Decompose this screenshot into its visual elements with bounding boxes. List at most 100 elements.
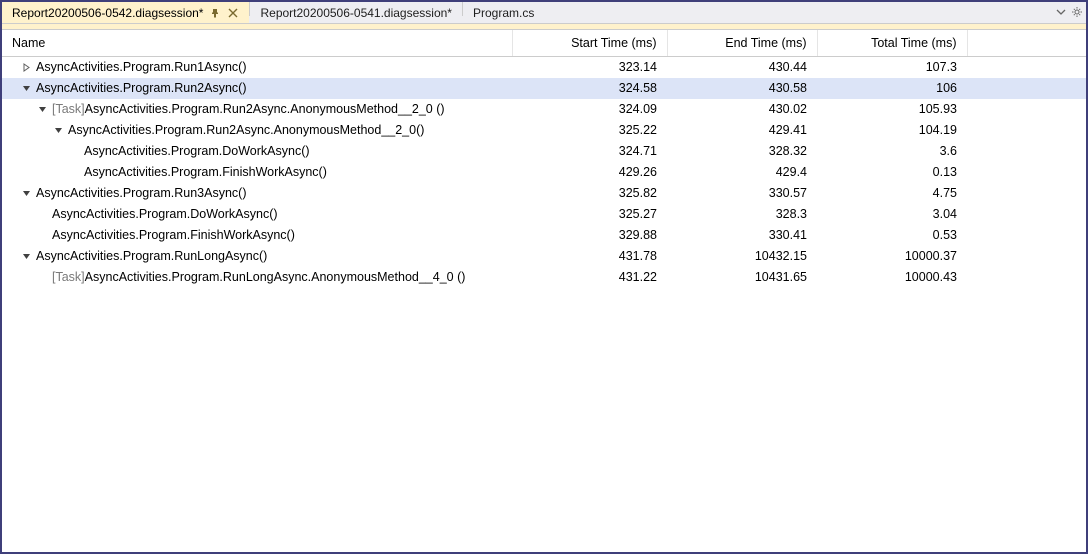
activity-name: AsyncActivities.Program.RunLongAsync.Ano… — [85, 270, 466, 284]
cell-start: 325.22 — [512, 120, 667, 141]
column-header-start-time[interactable]: Start Time (ms) — [512, 30, 667, 57]
activity-name: AsyncActivities.Program.RunLongAsync() — [36, 249, 267, 263]
table-row[interactable]: AsyncActivities.Program.FinishWorkAsync(… — [2, 162, 1086, 183]
column-header-pad — [967, 30, 1086, 57]
cell-end: 328.3 — [667, 204, 817, 225]
cell-end: 430.58 — [667, 78, 817, 99]
collapse-icon[interactable] — [20, 187, 32, 199]
column-header-name[interactable]: Name — [2, 30, 512, 57]
table-row[interactable]: AsyncActivities.Program.DoWorkAsync() 325… — [2, 204, 1086, 225]
cell-name: AsyncActivities.Program.DoWorkAsync() — [2, 204, 512, 225]
pin-icon[interactable] — [209, 7, 221, 19]
task-prefix: [Task] — [52, 270, 85, 284]
cell-name: AsyncActivities.Program.FinishWorkAsync(… — [2, 162, 512, 183]
cell-pad — [967, 183, 1086, 204]
cell-pad — [967, 78, 1086, 99]
tab-label: Report20200506-0541.diagsession* — [260, 6, 451, 20]
expand-icon[interactable] — [20, 61, 32, 73]
column-header-end-time[interactable]: End Time (ms) — [667, 30, 817, 57]
cell-end: 430.02 — [667, 99, 817, 120]
cell-start: 324.09 — [512, 99, 667, 120]
async-activity-table: Name Start Time (ms) End Time (ms) Total… — [2, 30, 1086, 288]
cell-end: 429.41 — [667, 120, 817, 141]
cell-pad — [967, 204, 1086, 225]
collapse-icon[interactable] — [52, 124, 64, 136]
activity-name: AsyncActivities.Program.FinishWorkAsync(… — [84, 165, 327, 179]
table-row[interactable]: [Task] AsyncActivities.Program.Run2Async… — [2, 99, 1086, 120]
cell-start: 431.22 — [512, 267, 667, 288]
cell-start: 431.78 — [512, 246, 667, 267]
cell-pad — [967, 120, 1086, 141]
column-header-total-time[interactable]: Total Time (ms) — [817, 30, 967, 57]
cell-end: 330.57 — [667, 183, 817, 204]
cell-total: 10000.37 — [817, 246, 967, 267]
document-tab[interactable]: Report20200506-0542.diagsession* — [2, 2, 249, 23]
cell-total: 10000.43 — [817, 267, 967, 288]
tab-overflow-dropdown-icon[interactable] — [1056, 6, 1066, 20]
cell-end: 10431.65 — [667, 267, 817, 288]
settings-gear-icon[interactable] — [1072, 6, 1082, 20]
table-row[interactable]: AsyncActivities.Program.Run3Async() 325.8… — [2, 183, 1086, 204]
table-row[interactable]: AsyncActivities.Program.DoWorkAsync() 324… — [2, 141, 1086, 162]
activity-name: AsyncActivities.Program.Run2Async.Anonym… — [85, 102, 445, 116]
cell-total: 0.13 — [817, 162, 967, 183]
table-row[interactable]: AsyncActivities.Program.Run2Async.Anonym… — [2, 120, 1086, 141]
task-prefix: [Task] — [52, 102, 85, 116]
cell-pad — [967, 141, 1086, 162]
cell-end: 10432.15 — [667, 246, 817, 267]
activity-name: AsyncActivities.Program.DoWorkAsync() — [52, 207, 278, 221]
cell-end: 330.41 — [667, 225, 817, 246]
cell-pad — [967, 225, 1086, 246]
cell-total: 105.93 — [817, 99, 967, 120]
cell-name: AsyncActivities.Program.Run3Async() — [2, 183, 512, 204]
cell-end: 328.32 — [667, 141, 817, 162]
cell-total: 4.75 — [817, 183, 967, 204]
cell-start: 325.27 — [512, 204, 667, 225]
report-content: Name Start Time (ms) End Time (ms) Total… — [2, 30, 1086, 552]
document-tab[interactable]: Report20200506-0541.diagsession* — [250, 2, 461, 23]
activity-name: AsyncActivities.Program.Run3Async() — [36, 186, 246, 200]
table-row[interactable]: AsyncActivities.Program.Run1Async()323.1… — [2, 57, 1086, 78]
table-row[interactable]: [Task] AsyncActivities.Program.RunLongAs… — [2, 267, 1086, 288]
cell-start: 329.88 — [512, 225, 667, 246]
cell-pad — [967, 99, 1086, 120]
cell-name: [Task] AsyncActivities.Program.RunLongAs… — [2, 267, 512, 288]
cell-name: AsyncActivities.Program.DoWorkAsync() — [2, 141, 512, 162]
document-tab[interactable]: Program.cs — [463, 2, 544, 23]
table-row[interactable]: AsyncActivities.Program.FinishWorkAsync(… — [2, 225, 1086, 246]
cell-name: AsyncActivities.Program.FinishWorkAsync(… — [2, 225, 512, 246]
tab-strip: Report20200506-0542.diagsession* Report20… — [2, 2, 1086, 24]
cell-pad — [967, 162, 1086, 183]
cell-start: 429.26 — [512, 162, 667, 183]
table-row[interactable]: AsyncActivities.Program.Run2Async() 324.5… — [2, 78, 1086, 99]
cell-start: 325.82 — [512, 183, 667, 204]
cell-total: 107.3 — [817, 57, 967, 78]
cell-total: 3.6 — [817, 141, 967, 162]
cell-pad — [967, 246, 1086, 267]
cell-total: 3.04 — [817, 204, 967, 225]
collapse-icon[interactable] — [20, 250, 32, 262]
activity-name: AsyncActivities.Program.Run1Async() — [36, 60, 246, 74]
tab-label: Report20200506-0542.diagsession* — [12, 6, 203, 20]
collapse-icon[interactable] — [20, 82, 32, 94]
cell-start: 324.58 — [512, 78, 667, 99]
table-header-row: Name Start Time (ms) End Time (ms) Total… — [2, 30, 1086, 57]
cell-name: AsyncActivities.Program.Run2Async() — [2, 78, 512, 99]
table-row[interactable]: AsyncActivities.Program.RunLongAsync() 43… — [2, 246, 1086, 267]
cell-name: AsyncActivities.Program.Run2Async.Anonym… — [2, 120, 512, 141]
window: Report20200506-0542.diagsession* Report20… — [0, 0, 1088, 554]
cell-end: 430.44 — [667, 57, 817, 78]
cell-total: 0.53 — [817, 225, 967, 246]
close-icon[interactable] — [227, 7, 239, 19]
activity-name: AsyncActivities.Program.FinishWorkAsync(… — [52, 228, 295, 242]
activity-name: AsyncActivities.Program.DoWorkAsync() — [84, 144, 310, 158]
cell-pad — [967, 57, 1086, 78]
cell-start: 324.71 — [512, 141, 667, 162]
cell-total: 104.19 — [817, 120, 967, 141]
cell-name: [Task] AsyncActivities.Program.Run2Async… — [2, 99, 512, 120]
activity-name: AsyncActivities.Program.Run2Async() — [36, 81, 246, 95]
tab-label: Program.cs — [473, 6, 534, 20]
activity-name: AsyncActivities.Program.Run2Async.Anonym… — [68, 123, 424, 137]
collapse-icon[interactable] — [36, 103, 48, 115]
cell-end: 429.4 — [667, 162, 817, 183]
